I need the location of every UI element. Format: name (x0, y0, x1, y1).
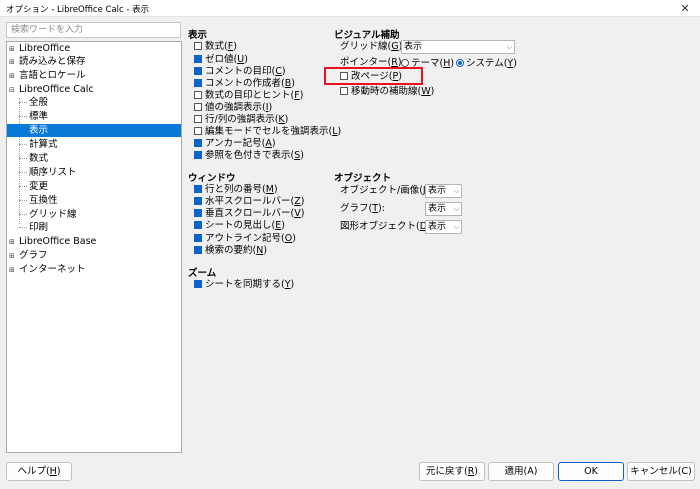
cancel-button[interactable]: キャンセル(C) (627, 462, 695, 481)
chevron-down-icon: ⌵ (453, 187, 459, 195)
radio-circle[interactable] (456, 59, 464, 67)
tree-item-view[interactable]: 表示 (7, 124, 181, 137)
tree-item-defaults[interactable]: 標準 (7, 110, 181, 123)
tree-item-calc[interactable]: ⊟ LibreOffice Calc (9, 83, 94, 96)
title-bar: オプション - LibreOffice Calc - 表示 ✕ (0, 0, 700, 17)
apply-button[interactable]: 適用(A) (488, 462, 554, 481)
checkbox-vertical-scrollbar[interactable]: 垂直スクロールバー(V) (194, 208, 304, 220)
tree-item-formula[interactable]: 数式 (7, 152, 181, 165)
checkbox-outline-symbols[interactable]: アウトライン記号(O) (194, 233, 296, 245)
drawing-objects-label: 図形オブジェクト(D): (340, 221, 434, 232)
window-title: オプション - LibreOffice Calc - 表示 (6, 5, 150, 15)
expand-icon[interactable]: ⊞ (9, 70, 19, 83)
checkbox-box[interactable] (194, 91, 202, 99)
zoom-section-title: ズーム (188, 268, 217, 279)
charts-select[interactable]: 表示 ⌵ (425, 202, 462, 216)
checkbox-comment-indicator[interactable]: コメントの目印(C) (194, 66, 286, 78)
chevron-down-icon: ⌵ (453, 223, 459, 231)
checkbox-zero-values[interactable]: ゼロ値(U) (194, 54, 248, 66)
window-section-title: ウィンドウ (188, 173, 236, 184)
checkbox-box[interactable] (194, 185, 202, 193)
annotation-highlight-box (324, 67, 423, 85)
checkbox-horizontal-scrollbar[interactable]: 水平スクロールバー(Z) (194, 196, 304, 208)
checkbox-box[interactable] (194, 234, 202, 242)
checkbox-colored-references[interactable]: 参照を色付きで表示(S) (194, 150, 304, 162)
tree-item-charts[interactable]: ⊞ グラフ (9, 249, 48, 262)
options-tree: ⊞ LibreOffice ⊞ 読み込みと保存 ⊞ 言語とロケール ⊟ LibreOff… (6, 41, 182, 453)
help-button[interactable]: ヘルプ(H) (6, 462, 72, 481)
ok-button[interactable]: OK (558, 462, 624, 481)
tree-item-language[interactable]: ⊞ 言語とロケール (9, 69, 86, 82)
visual-aids-section-title: ビジュアル補助 (334, 30, 400, 41)
tree-item-load-save[interactable]: ⊞ 読み込みと保存 (9, 55, 86, 68)
checkbox-anchor[interactable]: アンカー記号(A) (194, 138, 276, 150)
checkbox-box[interactable] (194, 55, 202, 63)
checkbox-sheet-tabs[interactable]: シートの見出し(E) (194, 220, 285, 232)
checkbox-comment-author[interactable]: コメントの作成者(B) (194, 78, 295, 90)
checkbox-box[interactable] (194, 246, 202, 254)
checkbox-box[interactable] (194, 79, 202, 87)
checkbox-box[interactable] (194, 67, 202, 75)
radio-system[interactable]: システム(Y) (456, 58, 517, 70)
grid-lines-select[interactable]: 表示 ⌵ (401, 40, 515, 54)
checkbox-synchronize-sheets[interactable]: シートを同期する(Y) (194, 279, 294, 291)
drawing-objects-select[interactable]: 表示 ⌵ (425, 220, 462, 234)
chevron-down-icon: ⌵ (506, 43, 512, 51)
checkbox-value-highlighting[interactable]: 値の強調表示(I) (194, 102, 272, 114)
checkbox-box[interactable] (194, 221, 202, 229)
checkbox-box[interactable] (194, 127, 202, 135)
checkbox-edit-mode-highlight[interactable]: 編集モードでセルを強調表示(L) (194, 126, 341, 138)
checkbox-headers[interactable]: 行と列の番号(M) (194, 184, 278, 196)
tree-item-internet[interactable]: ⊞ インターネット (9, 263, 86, 276)
tree-item-calculate[interactable]: 計算式 (7, 138, 181, 151)
checkbox-box[interactable] (194, 103, 202, 111)
expand-icon[interactable]: ⊞ (9, 264, 19, 277)
checkbox-box[interactable] (194, 280, 202, 288)
tree-item-grid[interactable]: グリッド線 (7, 208, 181, 221)
tree-item-sort-lists[interactable]: 順序リスト (7, 166, 181, 179)
expand-icon[interactable]: ⊞ (9, 236, 19, 249)
checkbox-box[interactable] (340, 87, 348, 95)
checkbox-search-summary[interactable]: 検索の要約(N) (194, 245, 267, 257)
display-section-title: 表示 (188, 30, 208, 41)
tree-item-libreoffice[interactable]: ⊞ LibreOffice (9, 42, 70, 55)
expand-icon[interactable]: ⊞ (9, 56, 19, 69)
expand-icon[interactable]: ⊞ (9, 250, 19, 263)
tree-item-print[interactable]: 印刷 (7, 221, 181, 234)
objects-images-select[interactable]: 表示 ⌵ (425, 184, 462, 198)
chevron-down-icon: ⌵ (453, 205, 459, 213)
tree-item-base[interactable]: ⊞ LibreOffice Base (9, 235, 96, 248)
tree-item-general[interactable]: 全般 (7, 96, 181, 109)
charts-label: グラフ(T): (340, 203, 385, 214)
checkbox-formula-indicator[interactable]: 数式の目印とヒント(F) (194, 90, 303, 102)
checkbox-box[interactable] (194, 42, 202, 50)
checkbox-helplines-moving[interactable]: 移動時の補助線(W) (340, 86, 434, 98)
objects-images-label: オブジェクト/画像(J): (340, 185, 433, 196)
objects-section-title: オブジェクト (334, 173, 392, 184)
checkbox-formulas[interactable]: 数式(F) (194, 41, 237, 53)
checkbox-row-col-highlight[interactable]: 行/列の強調表示(K) (194, 114, 288, 126)
tree-item-compatibility[interactable]: 互換性 (7, 194, 181, 207)
grid-lines-label: グリッド線(G): (340, 41, 406, 52)
radio-circle[interactable] (401, 59, 409, 67)
checkbox-box[interactable] (194, 209, 202, 217)
checkbox-box[interactable] (194, 139, 202, 147)
checkbox-box[interactable] (194, 197, 202, 205)
reset-button[interactable]: 元に戻す(R) (419, 462, 485, 481)
search-input[interactable] (6, 22, 181, 38)
close-icon[interactable]: ✕ (670, 0, 700, 17)
tree-item-changes[interactable]: 変更 (7, 180, 181, 193)
checkbox-box[interactable] (194, 151, 202, 159)
checkbox-box[interactable] (194, 115, 202, 123)
